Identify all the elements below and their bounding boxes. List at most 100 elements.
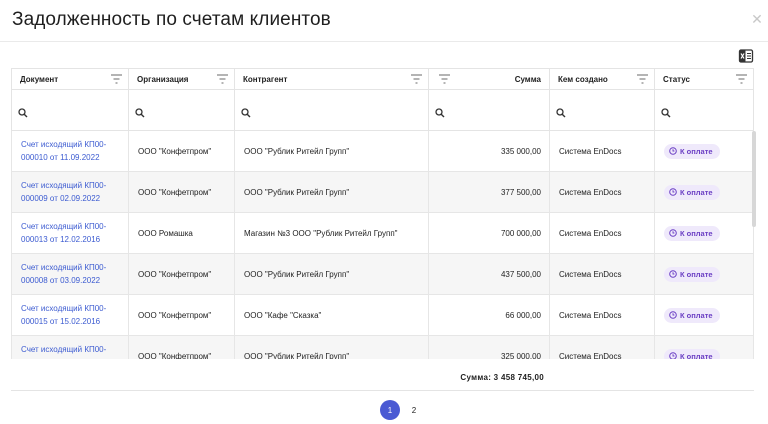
cell-status: К оплате [655,213,754,254]
cell-creator: Система EnDocs [550,295,655,336]
export-excel-icon[interactable] [738,48,754,64]
search-icon[interactable] [18,105,28,118]
pagination: 12 [380,400,424,420]
column-header-0[interactable]: Документ [11,68,129,90]
column-search-3[interactable] [429,90,550,131]
document-link[interactable]: Счет исходящий КП00- 000009 от 02.09.2022 [21,179,106,205]
cell-contractor: ООО "Рублик Ритейл Групп" [235,254,429,295]
clock-icon [669,270,677,278]
column-header-label: Сумма [514,74,541,84]
column-header-label: Кем создано [558,74,608,84]
document-link-line: 000008 от 03.09.2022 [21,276,101,285]
cell-contractor: ООО "Рублик Ритейл Групп" [235,336,429,359]
filter-icon[interactable] [439,74,450,84]
cell-contractor: ООО "Рублик Ритейл Групп" [235,131,429,172]
cell-sum: 66 000,00 [429,295,550,336]
clock-icon [669,188,677,196]
column-search-0[interactable] [11,90,129,131]
document-link[interactable]: Счет исходящий КП00- 000008 от 03.09.2022 [21,261,106,287]
search-icon[interactable] [241,105,251,118]
search-icon[interactable] [135,105,145,118]
document-link-line: Счет исходящий КП00- [21,140,107,149]
column-header-label: Документ [20,74,59,84]
cell-document: Счет исходящий КП00- 000017 от 20.02.2016 [11,336,129,359]
table-row[interactable]: Счет исходящий КП00- 000013 от 12.02.2016… [11,213,754,254]
cell-organization: ООО "Конфетпром" [129,254,235,295]
table-summary: Сумма: 3 458 745,00 [11,369,754,391]
document-link-line: 000009 от 02.09.2022 [21,194,101,203]
cell-sum: 325 000,00 [429,336,550,359]
status-badge-label: К оплате [680,310,713,320]
document-link[interactable]: Счет исходящий КП00- 000013 от 12.02.2016 [21,220,106,246]
cell-organization: ООО "Конфетпром" [129,336,235,359]
table-body: Счет исходящий КП00- 000010 от 11.09.2022… [11,131,754,359]
table-row[interactable]: Счет исходящий КП00- 000010 от 11.09.2022… [11,131,754,172]
document-link[interactable]: Счет исходящий КП00- 000017 от 20.02.2016 [21,343,106,359]
cell-organization: ООО Ромашка [129,213,235,254]
status-badge: К оплате [664,266,720,282]
cell-organization: ООО "Конфетпром" [129,172,235,213]
status-badge: К оплате [664,348,720,360]
clock-icon [669,311,677,319]
filter-icon[interactable] [736,74,747,84]
clock-icon [669,229,677,237]
document-link[interactable]: Счет исходящий КП00- 000010 от 11.09.2022 [21,138,106,164]
column-header-2[interactable]: Контрагент [235,68,429,90]
document-link-line: Счет исходящий КП00- [21,345,107,354]
column-search-4[interactable] [550,90,655,131]
column-header-1[interactable]: Организация [129,68,235,90]
status-badge-label: К оплате [680,269,713,279]
document-link-line: Счет исходящий КП00- [21,222,107,231]
table-scrollbar[interactable] [752,131,756,227]
search-icon[interactable] [556,105,566,118]
cell-document: Счет исходящий КП00- 000013 от 12.02.2016 [11,213,129,254]
cell-contractor: ООО "Рублик Ритейл Групп" [235,172,429,213]
table-row[interactable]: Счет исходящий КП00- 000017 от 20.02.2016… [11,336,754,359]
modal-title: Задолженность по счетам клиентов [12,9,331,30]
status-badge: К оплате [664,143,720,159]
column-search-2[interactable] [235,90,429,131]
table-header: Документ Организация Контрагент Сумма Кем со… [11,68,754,90]
cell-status: К оплате [655,131,754,172]
table-row[interactable]: Счет исходящий КП00- 000015 от 15.02.2016… [11,295,754,336]
filter-icon[interactable] [111,74,122,84]
column-header-5[interactable]: Статус [655,68,754,90]
cell-sum: 377 500,00 [429,172,550,213]
clock-icon [669,147,677,155]
cell-creator: Система EnDocs [550,172,655,213]
cell-document: Счет исходящий КП00- 000008 от 03.09.2022 [11,254,129,295]
cell-creator: Система EnDocs [550,131,655,172]
document-link[interactable]: Счет исходящий КП00- 000015 от 15.02.2016 [21,302,106,328]
cell-contractor: Магазин №3 ООО "Рублик Ритейл Групп" [235,213,429,254]
status-badge: К оплате [664,225,720,241]
clock-icon [669,352,677,359]
column-header-label: Контрагент [243,74,288,84]
column-header-4[interactable]: Кем создано [550,68,655,90]
cell-sum: 700 000,00 [429,213,550,254]
search-icon[interactable] [661,105,671,118]
debt-table: Документ Организация Контрагент Сумма Кем со… [11,68,754,359]
cell-contractor: ООО "Кафе "Сказка" [235,295,429,336]
close-icon[interactable]: ✕ [750,12,764,26]
table-row[interactable]: Счет исходящий КП00- 000008 от 03.09.2022… [11,254,754,295]
status-badge-label: К оплате [680,351,713,360]
column-search-5[interactable] [655,90,754,131]
status-badge: К оплате [664,307,720,323]
filter-icon[interactable] [637,74,648,84]
column-header-label: Статус [663,74,690,84]
page-button-2[interactable]: 2 [404,400,424,420]
cell-document: Счет исходящий КП00- 000015 от 15.02.2016 [11,295,129,336]
table-row[interactable]: Счет исходящий КП00- 000009 от 02.09.2022… [11,172,754,213]
document-link-line: 000015 от 15.02.2016 [21,317,101,326]
filter-icon[interactable] [411,74,422,84]
debt-modal: Задолженность по счетам клиентов ✕ Докум… [0,0,768,424]
column-header-3[interactable]: Сумма [429,68,550,90]
page-button-1[interactable]: 1 [380,400,400,420]
filter-icon[interactable] [217,74,228,84]
document-link-line: Счет исходящий КП00- [21,181,107,190]
column-search-1[interactable] [129,90,235,131]
document-link-line: Счет исходящий КП00- [21,263,107,272]
search-icon[interactable] [435,105,445,118]
cell-document: Счет исходящий КП00- 000009 от 02.09.2022 [11,172,129,213]
cell-sum: 335 000,00 [429,131,550,172]
